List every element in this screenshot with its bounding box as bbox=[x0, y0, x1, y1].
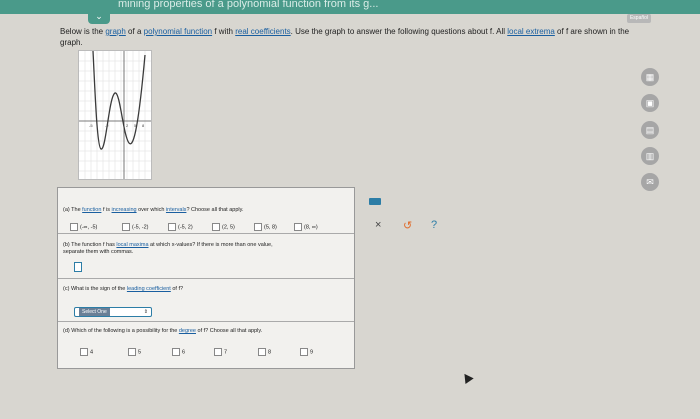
undo-button[interactable]: ↺ bbox=[403, 219, 412, 232]
option-a4[interactable]: (2, 5) bbox=[212, 223, 235, 231]
link-polynomial-function[interactable]: polynomial function bbox=[144, 27, 212, 36]
calendar-icon[interactable]: ▥ bbox=[641, 147, 659, 165]
question-d: (d) Which of the following is a possibil… bbox=[58, 322, 354, 367]
question-c: (c) What is the sign of the leading coef… bbox=[58, 279, 354, 322]
option-d3[interactable]: 6 bbox=[172, 348, 185, 356]
x-tick-label: 2 bbox=[126, 123, 129, 128]
link-local-extrema[interactable]: local extrema bbox=[507, 27, 555, 36]
link-degree[interactable]: degree bbox=[179, 328, 196, 334]
option-d1[interactable]: 4 bbox=[80, 348, 93, 356]
question-a-text: (a) The function f is increasing over wh… bbox=[63, 207, 244, 213]
question-a: (a) The function f is increasing over wh… bbox=[58, 188, 354, 234]
question-b-text: (b) The function f has local maxima at w… bbox=[63, 242, 273, 248]
option-d2[interactable]: 5 bbox=[128, 348, 141, 356]
x-tick-label: 8 bbox=[142, 123, 145, 128]
function-graph: -5 -2 2 5 8 bbox=[78, 50, 152, 180]
checkbox[interactable] bbox=[254, 223, 262, 231]
page-title: mining properties of a polynomial functi… bbox=[118, 0, 379, 10]
checkbox[interactable] bbox=[214, 348, 222, 356]
option-a2[interactable]: (-5, -2) bbox=[122, 223, 149, 231]
problem-statement: Below is the graph of a polynomial funct… bbox=[60, 27, 630, 47]
graph-svg: -5 -2 2 5 8 bbox=[79, 50, 151, 179]
link-intervals[interactable]: intervals bbox=[166, 207, 186, 213]
question-panel: (a) The function f is increasing over wh… bbox=[57, 187, 355, 369]
checkbox[interactable] bbox=[294, 223, 302, 231]
calculator-icon[interactable]: ▦ bbox=[641, 68, 659, 86]
option-a1[interactable]: (-∞, -5) bbox=[70, 223, 97, 231]
option-a3[interactable]: (-5, 2) bbox=[168, 223, 193, 231]
link-graph[interactable]: graph bbox=[105, 27, 125, 36]
option-a6[interactable]: (8, ∞) bbox=[294, 223, 318, 231]
chevron-down-icon[interactable]: ⌄ bbox=[88, 10, 110, 24]
question-c-text: (c) What is the sign of the leading coef… bbox=[63, 286, 184, 292]
link-real-coefficients[interactable]: real coefficients bbox=[235, 27, 290, 36]
checkbox[interactable] bbox=[122, 223, 130, 231]
equation-editor-icon[interactable]: ▣ bbox=[641, 94, 659, 112]
link-increasing[interactable]: increasing bbox=[112, 207, 137, 213]
link-function[interactable]: function bbox=[82, 207, 101, 213]
mail-icon[interactable]: ✉ bbox=[641, 173, 659, 191]
grid bbox=[79, 51, 151, 179]
answer-input-b[interactable] bbox=[74, 262, 82, 272]
checkbox[interactable] bbox=[172, 348, 180, 356]
question-d-text: (d) Which of the following is a possibil… bbox=[63, 328, 263, 334]
link-local-maxima[interactable]: local maxima bbox=[116, 242, 148, 248]
option-d4[interactable]: 7 bbox=[214, 348, 227, 356]
option-d6[interactable]: 9 bbox=[300, 348, 313, 356]
help-button[interactable]: ? bbox=[431, 219, 437, 231]
checkbox[interactable] bbox=[70, 223, 78, 231]
question-b-text-line2: separate them with commas. bbox=[63, 249, 134, 255]
checkbox[interactable] bbox=[300, 348, 308, 356]
clear-button[interactable]: × bbox=[375, 219, 381, 231]
sign-select[interactable]: Select One ⇕ bbox=[74, 307, 152, 317]
link-leading-coefficient[interactable]: leading coefficient bbox=[127, 286, 171, 292]
language-button[interactable]: Español bbox=[627, 14, 651, 23]
checkbox[interactable] bbox=[258, 348, 266, 356]
function-curve bbox=[92, 50, 146, 150]
keyboard-icon[interactable] bbox=[369, 198, 381, 205]
select-arrow-icon: ⇕ bbox=[143, 309, 148, 315]
checkbox[interactable] bbox=[80, 348, 88, 356]
data-table-icon[interactable]: ▤ bbox=[641, 121, 659, 139]
question-b: (b) The function f has local maxima at w… bbox=[58, 234, 354, 279]
mouse-cursor bbox=[460, 370, 474, 385]
x-tick-label: -5 bbox=[89, 123, 93, 128]
checkbox[interactable] bbox=[128, 348, 136, 356]
checkbox[interactable] bbox=[168, 223, 176, 231]
checkbox[interactable] bbox=[212, 223, 220, 231]
select-label: Select One bbox=[79, 308, 110, 316]
option-d5[interactable]: 8 bbox=[258, 348, 271, 356]
answer-tools: × ↺ ? bbox=[363, 192, 453, 237]
x-tick-label: -2 bbox=[105, 123, 109, 128]
option-a5[interactable]: (5, 8) bbox=[254, 223, 277, 231]
